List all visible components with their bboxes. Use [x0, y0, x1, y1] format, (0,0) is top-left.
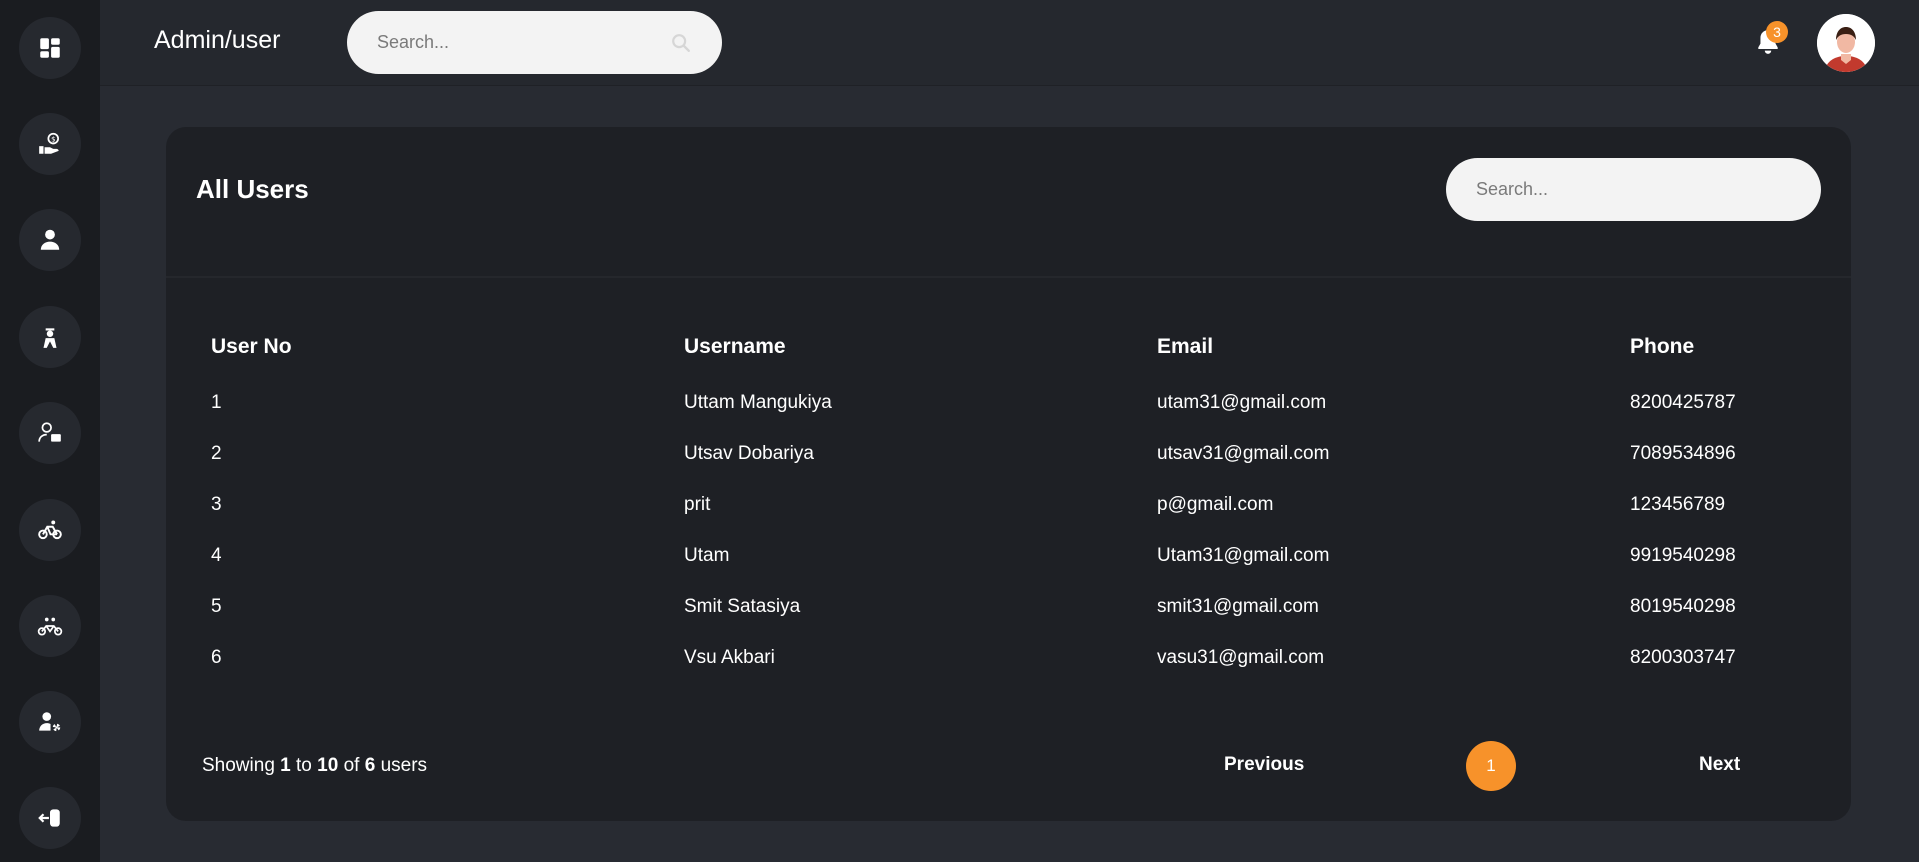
user-settings-icon — [39, 712, 61, 732]
column-header-username: Username — [684, 335, 786, 358]
cell-email: vasu31@gmail.com — [1157, 646, 1325, 668]
cell-email: p@gmail.com — [1157, 493, 1274, 515]
showing-prefix: Showing — [202, 755, 275, 776]
divider — [166, 276, 1851, 278]
sidebar-item-dashboard[interactable] — [19, 17, 81, 79]
page-1-button[interactable]: 1 — [1466, 741, 1516, 791]
table-row: 2 Utsav Dobariya utsav31@gmail.com 70895… — [211, 428, 1823, 479]
sidebar-item-support[interactable] — [19, 402, 81, 464]
showing-total: 6 — [364, 755, 376, 776]
cell-phone: 9919540298 — [1630, 544, 1736, 566]
cell-email: Utam31@gmail.com — [1157, 544, 1330, 566]
sidebar-item-user-settings[interactable] — [19, 691, 81, 753]
cell-user-no: 6 — [211, 646, 222, 668]
column-header-user-no: User No — [211, 335, 292, 358]
pagination-summary: Showing 1 to 10 of 6 users — [202, 755, 427, 777]
sidebar: $ — [0, 0, 100, 862]
user-chat-icon — [38, 422, 61, 442]
table-row: 5 Smit Satasiya smit31@gmail.com 8019540… — [211, 581, 1823, 632]
cell-phone: 8200303747 — [1630, 646, 1736, 668]
showing-to: 10 — [317, 755, 339, 776]
cell-username: prit — [684, 493, 711, 515]
cell-email: smit31@gmail.com — [1157, 595, 1319, 617]
showing-from: 1 — [280, 755, 291, 776]
previous-page-button[interactable]: Previous — [1224, 754, 1304, 776]
header-search — [347, 11, 722, 74]
users-search-input[interactable] — [1446, 158, 1821, 221]
cell-phone: 8019540298 — [1630, 595, 1736, 617]
showing-to-word: to — [296, 755, 312, 776]
app-root: $ Admin/user 3 — [0, 0, 1919, 862]
dashboard-icon — [40, 38, 60, 58]
users-card: All Users User No Username Email Phone 1… — [166, 127, 1851, 821]
cell-user-no: 1 — [211, 391, 222, 413]
table-row: 1 Uttam Mangukiya utam31@gmail.com 82004… — [211, 377, 1823, 428]
column-header-email: Email — [1157, 335, 1214, 358]
cell-phone: 8200425787 — [1630, 391, 1736, 413]
cell-username: Uttam Mangukiya — [684, 391, 832, 413]
cell-phone: 7089534896 — [1630, 442, 1736, 464]
breadcrumb: Admin/user — [154, 26, 281, 54]
tandem-bike-icon — [37, 617, 63, 636]
sidebar-item-delivery[interactable] — [19, 306, 81, 368]
sidebar-item-bikes[interactable] — [19, 499, 81, 561]
table-row: 3 prit p@gmail.com 123456789 — [211, 479, 1823, 530]
cell-email: utsav31@gmail.com — [1157, 442, 1330, 464]
sidebar-item-users[interactable] — [19, 209, 81, 271]
cell-username: Smit Satasiya — [684, 595, 801, 617]
table-row: 6 Vsu Akbari vasu31@gmail.com 8200303747 — [211, 632, 1823, 683]
next-page-button[interactable]: Next — [1699, 754, 1740, 776]
cell-user-no: 4 — [211, 544, 222, 566]
search-icon[interactable] — [670, 32, 692, 54]
column-header-phone: Phone — [1630, 335, 1695, 358]
sidebar-item-logout[interactable] — [19, 787, 81, 849]
svg-text:$: $ — [51, 134, 55, 143]
cell-user-no: 2 — [211, 442, 222, 464]
cell-phone: 123456789 — [1630, 493, 1726, 515]
showing-of-word: of — [343, 755, 360, 776]
showing-suffix: users — [380, 755, 428, 776]
avatar-image — [1817, 14, 1875, 72]
top-header: Admin/user 3 — [100, 0, 1919, 86]
users-table: User No Username Email Phone 1 Uttam Man… — [211, 317, 1823, 683]
sidebar-item-rides[interactable] — [19, 595, 81, 657]
table-row: 4 Utam Utam31@gmail.com 9919540298 — [211, 530, 1823, 581]
cell-username: Utam — [684, 544, 730, 566]
user-icon — [40, 229, 60, 250]
notification-badge: 3 — [1766, 21, 1788, 43]
header-search-input[interactable] — [377, 32, 670, 53]
cell-username: Utsav Dobariya — [684, 442, 814, 464]
page-title: All Users — [196, 174, 309, 204]
sidebar-item-payments[interactable]: $ — [19, 113, 81, 175]
logout-icon — [38, 809, 60, 827]
cell-email: utam31@gmail.com — [1157, 391, 1327, 413]
cell-user-no: 5 — [211, 595, 222, 617]
delivery-person-icon — [43, 328, 57, 348]
cell-user-no: 3 — [211, 493, 222, 515]
cell-username: Vsu Akbari — [684, 646, 775, 668]
payment-icon: $ — [39, 132, 59, 154]
table-header-row: User No Username Email Phone — [211, 317, 1823, 377]
avatar[interactable] — [1817, 14, 1875, 72]
bike-icon — [38, 520, 62, 540]
